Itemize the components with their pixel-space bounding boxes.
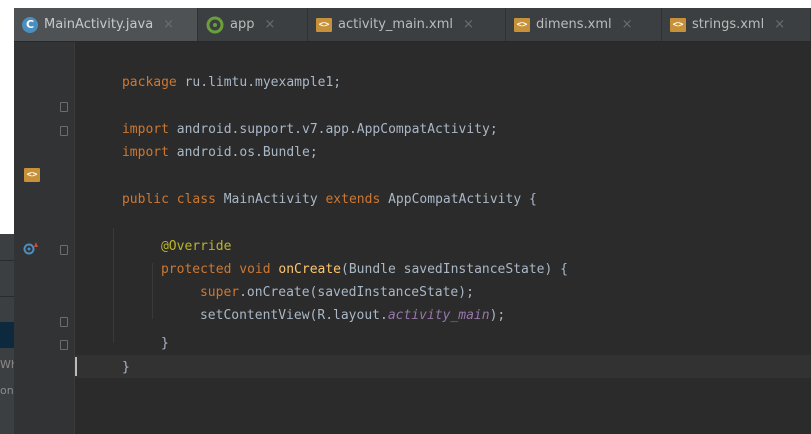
override-icon [23,242,38,255]
code-text: AppCompatActivity { [380,192,537,207]
code-text: ); [489,308,506,323]
divider [0,296,14,297]
keyword: import [121,145,169,160]
fold-marker[interactable] [60,317,68,327]
tab-label: MainActivity.java [44,17,154,32]
class-name: MainActivity [215,192,326,207]
selected-row [0,322,14,348]
code-line[interactable]: super.onCreate(savedInstanceState); [153,258,474,300]
code-line[interactable]: package ru.limtu.myexample1; [75,48,341,90]
keyword: class [176,192,216,207]
code-line[interactable]: @Override [114,212,231,254]
close-icon[interactable]: × [774,17,785,32]
close-icon[interactable]: × [163,17,174,32]
tab-strings-xml[interactable]: <> strings.xml × [662,8,811,41]
close-icon[interactable]: × [622,17,633,32]
tab-app[interactable]: app × [198,8,308,41]
fold-marker[interactable] [60,102,68,112]
closing-brace: } [160,336,169,351]
java-class-icon: C [22,16,38,33]
xml-icon: <> [316,17,332,32]
text-caret [75,357,77,376]
xml-icon: <> [670,17,686,32]
code-line[interactable]: setContentView(R.layout.activity_main); [153,281,505,323]
code-text: ru.limtu.myexample1; [176,75,342,90]
tab-label: dimens.xml [536,17,612,32]
code-line[interactable]: import android.os.Bundle; [75,118,318,160]
code-text: android.os.Bundle; [168,145,318,160]
tab-main-activity[interactable]: C MainActivity.java × [14,8,198,41]
fold-marker[interactable] [60,340,68,350]
closing-brace: } [121,360,130,375]
code-line[interactable]: } [114,309,169,351]
editor-tab-bar: C MainActivity.java × app × <> activity_… [14,8,811,42]
keyword: package [121,75,177,90]
xml-icon: <> [514,17,530,32]
code-text: setContentView(R.layout. [199,308,388,323]
keyword: public [121,192,169,207]
keyword: extends [325,192,381,207]
editor-window: C MainActivity.java × app × <> activity_… [14,8,811,434]
code-line[interactable]: public class MainActivity extends AppCom… [75,165,537,207]
screen: Wh on C MainActivity.java × app × <> act… [0,0,811,434]
current-line-highlight [75,355,811,378]
code-line[interactable]: protected void onCreate(Bundle savedInst… [114,235,568,277]
tab-dimens-xml[interactable]: <> dimens.xml × [506,8,662,41]
tab-activity-main-xml[interactable]: <> activity_main.xml × [308,8,506,41]
field-reference: activity_main [387,308,490,323]
fold-marker[interactable] [60,245,68,255]
background-text: on [0,384,14,397]
override-method-icon[interactable] [23,240,39,260]
editor-gutter[interactable] [14,42,74,434]
activity-layout-icon[interactable]: <> [24,168,40,182]
divider [0,260,14,261]
background-window: Wh on [0,234,18,434]
tab-label: activity_main.xml [338,17,454,32]
tab-label: app [230,17,255,32]
close-icon[interactable]: × [463,17,474,32]
code-line[interactable]: import android.support.v7.app.AppCompatA… [75,95,498,137]
close-icon[interactable]: × [264,17,275,32]
tab-label: strings.xml [692,17,765,32]
code-line[interactable]: } [75,333,130,375]
xml-icon: <> [24,168,40,182]
fold-marker[interactable] [60,126,68,136]
gradle-icon [206,16,224,33]
